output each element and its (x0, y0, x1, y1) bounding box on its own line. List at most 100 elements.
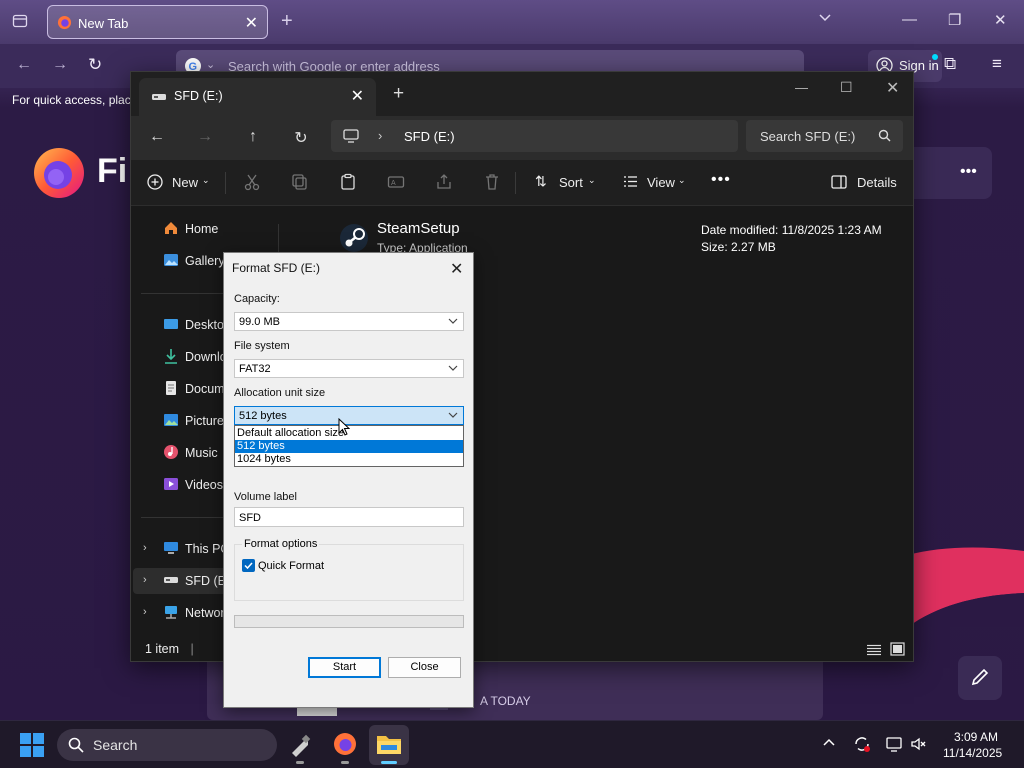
notification-dot (932, 54, 938, 60)
format-options-group (234, 544, 464, 601)
firefox-taskbar-icon[interactable] (333, 732, 357, 756)
explorer-taskbar-button[interactable] (369, 725, 409, 765)
search-placeholder: Search SFD (E:) (760, 129, 856, 144)
details-view-icon[interactable] (867, 644, 881, 656)
large-icons-view-icon[interactable] (890, 642, 905, 656)
customize-button[interactable] (958, 656, 1002, 700)
allocation-option-selected[interactable]: 512 bytes (235, 440, 463, 453)
new-tab-button[interactable]: + (281, 10, 293, 33)
this-pc-icon (343, 129, 359, 143)
format-dialog: Format SFD (E:) ✕ Capacity: 99.0 MB File… (223, 252, 474, 708)
chevron-down-icon[interactable] (818, 10, 832, 24)
copy-icon[interactable] (291, 173, 309, 191)
pencil-icon (970, 667, 990, 687)
clock-time[interactable]: 3:09 AM (954, 730, 998, 744)
paste-icon[interactable] (339, 173, 357, 191)
explorer-address-row: ← → ↑ ↻ › SFD (E:) Search SFD (E:) (131, 116, 913, 160)
back-icon[interactable]: ← (16, 56, 32, 74)
file-size: Size: 2.27 MB (701, 240, 776, 254)
window-controls: — ☐ ✕ (783, 78, 913, 104)
chevron-right-icon[interactable]: › (143, 574, 147, 586)
date-modified: Date modified: 11/8/2025 1:23 AM (701, 223, 882, 237)
dialog-title: Format SFD (E:) (232, 261, 321, 275)
refresh-icon[interactable]: ↻ (289, 128, 313, 150)
explorer-tab[interactable]: SFD (E:) ✕ (139, 78, 376, 116)
explorer-tab-title: SFD (E:) (174, 89, 223, 103)
drive-icon (163, 572, 179, 588)
folder-icon (376, 733, 402, 755)
status-divider: | (190, 642, 194, 656)
reload-icon[interactable]: ↻ (88, 55, 102, 75)
chevron-down-icon (448, 316, 458, 326)
new-tab-button[interactable]: + (393, 83, 404, 105)
plus-circle-icon (147, 174, 163, 190)
browser-tab-bar: New Tab ✕ + — ❐ ✕ (0, 0, 1024, 44)
close-tab-icon[interactable]: ✕ (351, 86, 364, 106)
more-icon[interactable]: ••• (711, 171, 731, 189)
address-path[interactable]: › SFD (E:) (331, 120, 738, 152)
engine-dropdown-icon[interactable]: ⌄ (206, 58, 215, 71)
home-icon (163, 220, 179, 236)
steam-icon (338, 222, 370, 254)
display-icon[interactable] (886, 735, 904, 753)
usb-tool-icon[interactable] (288, 733, 312, 757)
allocation-option[interactable]: 1024 bytes (235, 453, 463, 466)
taskbar-search[interactable]: Search (57, 729, 277, 761)
minimize-icon[interactable]: — (902, 11, 917, 28)
sort-icon: ⇅ (535, 173, 547, 189)
share-icon[interactable] (435, 173, 453, 191)
back-icon[interactable]: ← (145, 128, 169, 150)
close-icon[interactable]: ✕ (450, 259, 463, 279)
cut-icon[interactable] (243, 173, 261, 191)
item-count: 1 item (145, 642, 180, 656)
browser-tab[interactable]: New Tab ✕ (47, 5, 268, 39)
forward-icon[interactable]: → (52, 56, 68, 74)
quick-format-checkbox[interactable] (242, 559, 255, 572)
file-system-label: File system (234, 340, 290, 352)
search-icon (68, 737, 84, 753)
command-bar: New ⌄ A ⇅ Sort ⌄ View ⌄ ••• Details (131, 160, 913, 206)
chevron-right-icon: › (378, 128, 383, 143)
downloads-icon (163, 348, 179, 364)
capacity-select[interactable]: 99.0 MB (234, 312, 464, 331)
file-system-select[interactable]: FAT32 (234, 359, 464, 378)
clock-date[interactable]: 11/14/2025 (943, 746, 1002, 760)
close-tab-icon[interactable]: ✕ (245, 13, 258, 33)
view-icon (623, 174, 638, 189)
volume-muted-icon[interactable] (910, 735, 928, 753)
minimize-icon[interactable]: — (795, 80, 808, 95)
tab-overview-icon[interactable] (12, 13, 28, 29)
chevron-down-icon (448, 363, 458, 373)
firefox-logo-icon (32, 146, 86, 200)
more-icon[interactable]: ••• (960, 163, 977, 181)
menu-icon[interactable]: ≡ (992, 54, 1002, 74)
quick-format-label[interactable]: Quick Format (258, 560, 324, 572)
sync-icon[interactable] (852, 734, 872, 754)
extensions-icon[interactable]: ⧉ (944, 54, 956, 74)
path-segment[interactable]: SFD (E:) (404, 129, 455, 144)
start-button[interactable]: Start (308, 657, 381, 678)
nav-label: Home (185, 222, 219, 236)
maximize-icon[interactable]: ❐ (948, 11, 961, 29)
maximize-icon[interactable]: ☐ (840, 79, 853, 96)
close-button[interactable]: Close (388, 657, 461, 678)
firefox-wordmark: Fi (97, 152, 128, 190)
volume-label-value: SFD (239, 512, 261, 524)
chevron-right-icon[interactable]: › (143, 542, 147, 554)
up-icon[interactable]: ↑ (241, 128, 265, 150)
forward-icon[interactable]: → (193, 128, 217, 150)
delete-icon[interactable] (483, 173, 501, 191)
volume-label-input[interactable]: SFD (234, 507, 464, 527)
nav-item-home[interactable]: Home (163, 216, 281, 242)
chevron-up-icon[interactable] (822, 736, 836, 750)
close-window-icon[interactable]: ✕ (994, 11, 1007, 29)
details-pane-icon (831, 175, 847, 189)
search-icon (878, 129, 891, 142)
rename-icon[interactable]: A (387, 173, 405, 191)
chevron-right-icon[interactable]: › (143, 606, 147, 618)
close-window-icon[interactable]: ✕ (886, 78, 899, 98)
windows-start-icon[interactable] (20, 733, 44, 757)
explorer-search-input[interactable]: Search SFD (E:) (746, 120, 903, 152)
divider (515, 172, 516, 194)
allocation-label: Allocation unit size (234, 387, 326, 399)
